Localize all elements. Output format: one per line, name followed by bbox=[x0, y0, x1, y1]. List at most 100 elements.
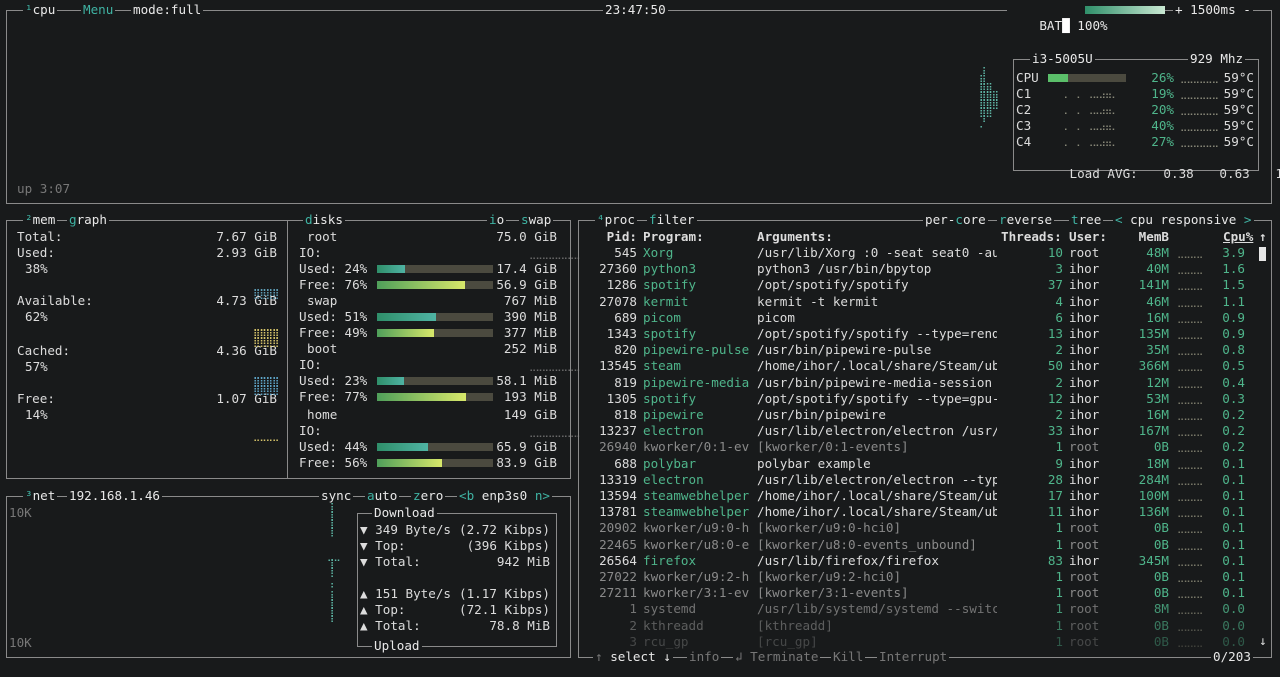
proc-args: /usr/bin/pipewire-pulse bbox=[757, 342, 932, 358]
proc-pid: 13545 bbox=[599, 358, 637, 374]
proc-user: root bbox=[1069, 439, 1100, 455]
table-row[interactable]: 13594 steamwebhelper/home/ihor/.local/sha… bbox=[579, 488, 1269, 504]
table-row[interactable]: 22465 kworker/u8:0-e [kworker/u8:0-events_… bbox=[579, 537, 1269, 553]
disk-io-label: IO: bbox=[299, 245, 322, 260]
proc-user: ihor bbox=[1069, 326, 1100, 341]
table-row[interactable]: 3 rcu_gp [rcu_gp] 1 root 0B 0.0 ⣀⣀⣀⣀ bbox=[579, 634, 1269, 650]
proc-threads: 1 bbox=[1055, 601, 1063, 617]
table-row[interactable]: 27360 python3 python3 /usr/bin/bpytop 3 ihor… bbox=[579, 261, 1269, 277]
table-row[interactable]: 27022 kworker/u9:2-h [kworker/u9:2-hci0] 1 r… bbox=[579, 569, 1269, 585]
table-row[interactable]: 27211 kworker/3:1-ev [kworker/3:1-events] 1… bbox=[579, 585, 1269, 601]
proc-cpu: 0.9 bbox=[1222, 326, 1245, 341]
table-row[interactable]: 13545 steam/home/ihor/.local/share/Steam/… bbox=[579, 358, 1269, 374]
table-row[interactable]: 13237 electron/usr/lib/electron/electron … bbox=[579, 423, 1269, 439]
proc-program: polybar bbox=[643, 455, 697, 471]
program-header[interactable]: Program: bbox=[643, 229, 704, 245]
user-header[interactable]: User: bbox=[1069, 229, 1107, 245]
proc-threads: 1 bbox=[1055, 617, 1063, 633]
proc-cpu: 0.0 bbox=[1222, 617, 1245, 633]
proc-mem: 12M bbox=[1146, 374, 1169, 390]
proc-program: Xorg bbox=[643, 245, 674, 260]
zero-toggle[interactable]: zero bbox=[411, 488, 446, 504]
proc-threads: 6 bbox=[1055, 309, 1063, 325]
proc-args: /usr/lib/electron/electron --type=r bbox=[757, 471, 997, 487]
arguments-header[interactable]: Arguments: bbox=[757, 229, 833, 245]
table-row[interactable]: 13781 steamwebhelper/home/ihor/.local/sha… bbox=[579, 504, 1269, 520]
proc-mem: 18M bbox=[1146, 455, 1169, 471]
proc-threads: 1 bbox=[1055, 633, 1063, 649]
table-row[interactable]: 819 pipewire-media/usr/bin/pipewire-media… bbox=[579, 375, 1269, 391]
filter-button[interactable]: filter bbox=[647, 212, 697, 228]
graph-toggle[interactable]: graph bbox=[67, 212, 109, 228]
proc-cpu-graph: ⣀⣀⣀⣀ bbox=[1177, 458, 1203, 470]
proc-box-title[interactable]: ⁴proc bbox=[595, 212, 637, 228]
kill-button[interactable]: Kill bbox=[831, 649, 866, 665]
table-row[interactable]: 688 polybar polybar example 9 ihor 18M 0.1 ⣀⣀⣀⣀ bbox=[579, 456, 1269, 472]
io-toggle[interactable]: io bbox=[487, 212, 507, 228]
proc-args: python3 /usr/bin/bpytop bbox=[757, 261, 932, 277]
proc-user: ihor bbox=[1069, 342, 1100, 358]
table-row[interactable]: 545 Xorg/usr/lib/Xorg :0 -seat seat0 -aut… bbox=[579, 245, 1269, 261]
cpu-header[interactable]: Cpu% bbox=[1223, 229, 1253, 245]
interface-selector[interactable]: <b enp3s0 n> bbox=[457, 488, 553, 504]
mem-box-title[interactable]: ²mem bbox=[23, 212, 58, 228]
pid-header[interactable]: Pid: bbox=[579, 229, 637, 245]
cpu-box-title[interactable]: ¹cpu bbox=[23, 2, 58, 18]
refresh-rate-control[interactable]: + 1500ms - bbox=[1173, 2, 1253, 18]
table-row[interactable]: 26940 kworker/0:1-ev [kworker/0:1-events] 1… bbox=[579, 439, 1269, 455]
table-row[interactable]: 1305 spotify/opt/spotify/spotify --type=g… bbox=[579, 391, 1269, 407]
proc-args: kermit -t kermit bbox=[757, 293, 879, 309]
proc-args: picom bbox=[757, 309, 795, 325]
table-row[interactable]: 13319 electron/usr/lib/electron/electron … bbox=[579, 472, 1269, 488]
auto-toggle[interactable]: auto bbox=[365, 488, 400, 504]
download-stat-value: (396 Kibps) bbox=[466, 538, 550, 553]
proc-threads: 9 bbox=[1055, 455, 1063, 471]
sync-toggle[interactable]: sync bbox=[319, 488, 354, 504]
table-row[interactable]: 1286 spotify/opt/spotify/spotify 37 ihor 141… bbox=[579, 277, 1269, 293]
proc-user: ihor bbox=[1069, 504, 1100, 520]
table-row[interactable]: 20902 kworker/u9:0-h [kworker/u9:0-hci0] 1 r… bbox=[579, 520, 1269, 536]
proc-cpu-graph: ⣀⣀⣀⣀ bbox=[1177, 393, 1203, 405]
table-row[interactable]: 2 kthreadd [kthreadd] 1 root 0B 0.0 ⣀⣀⣀⣀ bbox=[579, 618, 1269, 634]
proc-pid: 688 bbox=[614, 455, 637, 471]
disk-io-label: IO: bbox=[299, 423, 322, 438]
per-core-toggle[interactable]: per-core bbox=[923, 212, 988, 228]
disks-title[interactable]: disks bbox=[303, 212, 345, 228]
disk-used-value: 58.1 MiB bbox=[496, 373, 557, 388]
table-row[interactable]: 818 pipewire/usr/bin/pipewire 2 ihor 16M 0.2 ⣀… bbox=[579, 407, 1269, 423]
scroll-down-icon[interactable]: ↓ bbox=[1259, 633, 1267, 649]
scrollbar-thumb[interactable] bbox=[1259, 247, 1266, 261]
threads-header[interactable]: Threads: bbox=[1001, 229, 1062, 245]
swap-toggle[interactable]: swap bbox=[519, 212, 554, 228]
info-button[interactable]: info bbox=[687, 649, 722, 665]
interrupt-button[interactable]: Interrupt bbox=[877, 649, 950, 665]
table-row[interactable]: 689 picom picom 6 ihor 16M 0.9 ⣀⣀⣀⣀ bbox=[579, 310, 1269, 326]
battery-bar bbox=[1085, 6, 1165, 14]
scroll-up-icon[interactable]: ↑ bbox=[1259, 229, 1267, 245]
proc-threads: 12 bbox=[1047, 390, 1063, 406]
proc-pid: 13781 bbox=[599, 504, 637, 520]
table-row[interactable]: 820 pipewire-pulse/usr/bin/pipewire-pulse… bbox=[579, 342, 1269, 358]
proc-user: root bbox=[1069, 536, 1100, 552]
net-box-title[interactable]: ³net bbox=[23, 488, 58, 504]
table-row[interactable]: 1 systemd/usr/lib/systemd/systemd --switc… bbox=[579, 601, 1269, 617]
select-control[interactable]: ↑ select ↓ bbox=[593, 649, 673, 665]
proc-args: /home/ihor/.local/share/Steam/ubunt bbox=[757, 504, 997, 520]
proc-threads: 1 bbox=[1055, 439, 1063, 455]
mem-label: Available: bbox=[17, 293, 93, 308]
menu-button[interactable]: Menu bbox=[81, 2, 116, 18]
sort-selector[interactable]: < cpu responsive > bbox=[1113, 212, 1254, 228]
table-row[interactable]: 26564 firefox/usr/lib/firefox/firefox 83 ih… bbox=[579, 553, 1269, 569]
mode-button[interactable]: mode:full bbox=[131, 2, 204, 18]
proc-cpu-graph: ⣀⣀⣀⣀ bbox=[1177, 280, 1203, 292]
proc-args: [kworker/u9:2-hci0] bbox=[757, 569, 902, 584]
table-row[interactable]: 1343 spotify/opt/spotify/spotify --type=r… bbox=[579, 326, 1269, 342]
disk-used-label: Used: 51% bbox=[299, 309, 368, 324]
table-row[interactable]: 27078 kermit kermit -t kermit 4 ihor 46M 1.1 ⣀⣀… bbox=[579, 294, 1269, 310]
reverse-toggle[interactable]: reverse bbox=[997, 212, 1055, 228]
proc-cpu-graph: ⣀⣀⣀⣀ bbox=[1177, 410, 1203, 421]
memory-header[interactable]: MemB bbox=[1119, 229, 1169, 245]
tree-toggle[interactable]: tree bbox=[1069, 212, 1104, 228]
terminate-button[interactable]: ↲ Terminate bbox=[733, 649, 821, 665]
disk-used-value: 65.9 GiB bbox=[496, 439, 557, 454]
